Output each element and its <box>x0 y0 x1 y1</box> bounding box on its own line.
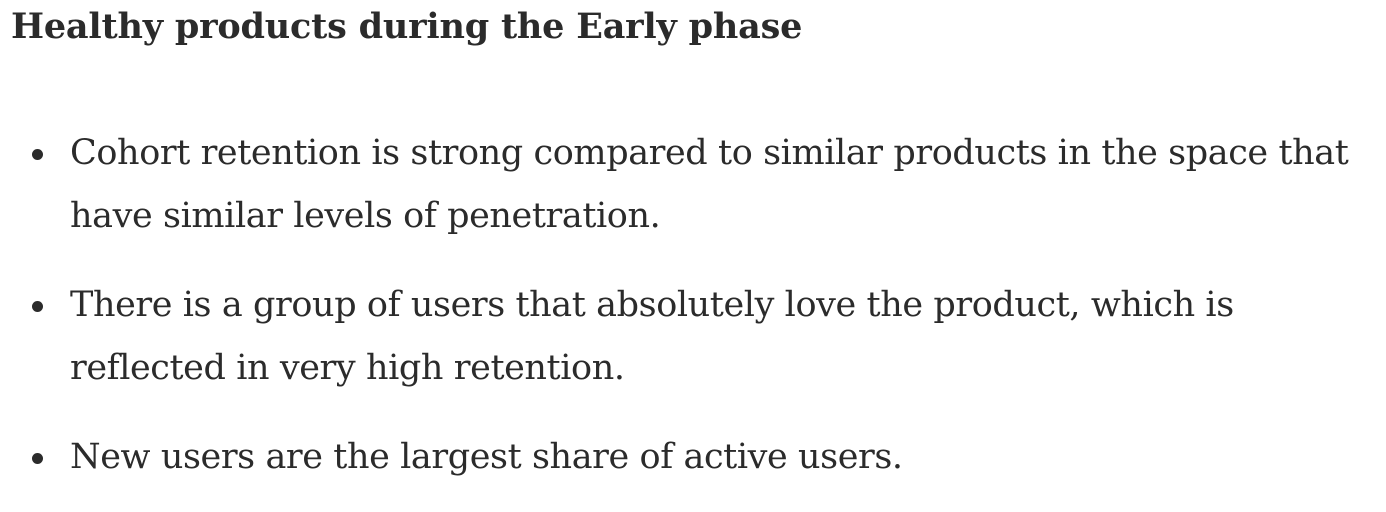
bullet-icon <box>32 453 43 464</box>
document-body: Healthy products during the Early phase … <box>11 0 1381 477</box>
bullet-text: There is a group of users that absolutel… <box>70 285 1234 388</box>
bullet-item: New users are the largest share of activ… <box>11 426 1381 489</box>
bullet-text: Cohort retention is strong compared to s… <box>70 133 1349 236</box>
bullet-icon <box>32 149 43 160</box>
bullet-item: There is a group of users that absolutel… <box>11 274 1381 400</box>
section-heading: Healthy products during the Early phase <box>11 6 803 47</box>
bullet-list: Cohort retention is strong compared to s… <box>11 122 1381 489</box>
bullet-text: New users are the largest share of activ… <box>70 437 903 477</box>
bullet-item: Cohort retention is strong compared to s… <box>11 122 1381 248</box>
bullet-icon <box>32 301 43 312</box>
